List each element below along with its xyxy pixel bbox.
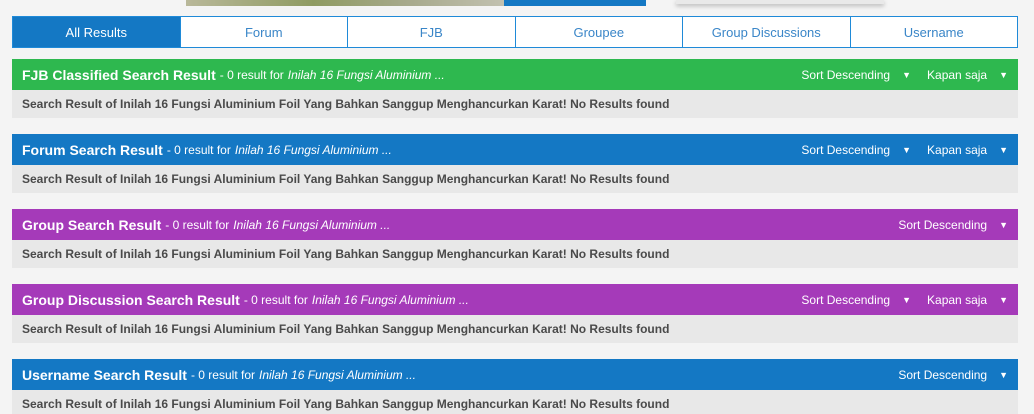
sort-dropdown[interactable]: Sort Descending ▼	[801, 68, 911, 82]
search-query: Inilah 16 Fungsi Aluminium ...	[311, 292, 469, 307]
tab-group-discussions[interactable]: Group Discussions	[683, 17, 851, 47]
header-banner-image	[186, 0, 504, 6]
sort-dropdown[interactable]: Sort Descending ▼	[801, 293, 911, 307]
group-result-section: Group Search Result - 0 result for Inila…	[12, 209, 1018, 268]
tab-groupee[interactable]: Groupee	[516, 17, 683, 47]
forum-result-header: Forum Search Result - 0 result for Inila…	[12, 134, 1018, 165]
fjb-result-section: FJB Classified Search Result - 0 result …	[12, 59, 1018, 118]
group-result-header: Group Search Result - 0 result for Inila…	[12, 209, 1018, 240]
fjb-result-header: FJB Classified Search Result - 0 result …	[12, 59, 1018, 90]
no-results-message: Search Result of Inilah 16 Fungsi Alumin…	[12, 390, 1018, 414]
chevron-down-icon: ▼	[999, 369, 1008, 380]
forum-result-section: Forum Search Result - 0 result for Inila…	[12, 134, 1018, 193]
section-title: Username Search Result	[22, 366, 187, 383]
time-filter-dropdown[interactable]: Kapan saja ▼	[927, 293, 1008, 307]
chevron-down-icon: ▼	[999, 144, 1008, 155]
result-count: - 0 result for	[243, 292, 308, 307]
search-query: Inilah 16 Fungsi Aluminium ...	[233, 217, 391, 232]
sort-label: Sort Descending	[801, 67, 891, 82]
sort-dropdown[interactable]: Sort Descending ▼	[898, 368, 1008, 382]
section-title: Forum Search Result	[22, 141, 163, 158]
chevron-down-icon: ▼	[902, 294, 912, 305]
search-query: Inilah 16 Fungsi Aluminium ...	[259, 367, 416, 382]
chevron-down-icon: ▼	[999, 294, 1008, 305]
chevron-down-icon: ▼	[999, 219, 1008, 230]
chevron-down-icon: ▼	[902, 69, 912, 80]
result-count: - 0 result for	[190, 367, 255, 382]
sort-dropdown[interactable]: Sort Descending ▼	[898, 218, 1008, 232]
section-title: FJB Classified Search Result	[22, 66, 216, 83]
sort-label: Sort Descending	[801, 292, 891, 307]
time-filter-label: Kapan saja	[927, 292, 988, 307]
group-discussion-result-header: Group Discussion Search Result - 0 resul…	[12, 284, 1018, 315]
time-filter-dropdown[interactable]: Kapan saja ▼	[927, 143, 1008, 157]
result-count: - 0 result for	[165, 217, 230, 232]
sort-label: Sort Descending	[801, 142, 891, 157]
search-query: Inilah 16 Fungsi Aluminium ...	[234, 142, 392, 157]
sort-label: Sort Descending	[898, 367, 988, 382]
username-result-section: Username Search Result - 0 result for In…	[12, 359, 1018, 414]
chevron-down-icon: ▼	[902, 144, 912, 155]
result-count: - 0 result for	[219, 67, 284, 82]
sort-dropdown[interactable]: Sort Descending ▼	[801, 143, 911, 157]
username-result-header: Username Search Result - 0 result for In…	[12, 359, 1018, 390]
group-discussion-result-section: Group Discussion Search Result - 0 resul…	[12, 284, 1018, 343]
no-results-message: Search Result of Inilah 16 Fungsi Alumin…	[12, 240, 1018, 268]
header-search-button[interactable]	[504, 0, 646, 6]
no-results-message: Search Result of Inilah 16 Fungsi Alumin…	[12, 315, 1018, 343]
header-dropdown-panel	[676, 0, 884, 4]
sort-label: Sort Descending	[898, 217, 988, 232]
tab-fjb[interactable]: FJB	[348, 17, 516, 47]
time-filter-label: Kapan saja	[927, 67, 988, 82]
section-title: Group Search Result	[22, 216, 162, 233]
top-strip	[0, 0, 1034, 14]
search-query: Inilah 16 Fungsi Aluminium ...	[287, 67, 445, 82]
section-title: Group Discussion Search Result	[22, 291, 240, 308]
tab-username[interactable]: Username	[851, 17, 1018, 47]
time-filter-dropdown[interactable]: Kapan saja ▼	[927, 68, 1008, 82]
result-tabs: All Results Forum FJB Groupee Group Disc…	[12, 16, 1018, 48]
no-results-message: Search Result of Inilah 16 Fungsi Alumin…	[12, 165, 1018, 193]
no-results-message: Search Result of Inilah 16 Fungsi Alumin…	[12, 90, 1018, 118]
tab-forum[interactable]: Forum	[181, 17, 348, 47]
time-filter-label: Kapan saja	[927, 142, 988, 157]
result-count: - 0 result for	[166, 142, 231, 157]
tab-all-results[interactable]: All Results	[13, 17, 181, 47]
chevron-down-icon: ▼	[999, 69, 1008, 80]
